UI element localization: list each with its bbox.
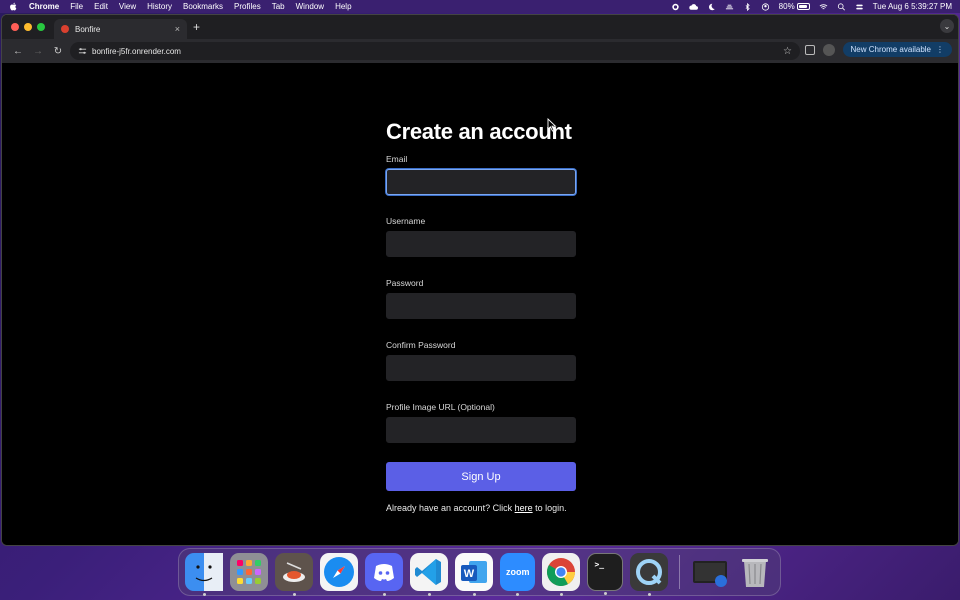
terminal-prompt: >_ bbox=[594, 560, 605, 569]
zoom-label: zoom bbox=[505, 567, 530, 577]
menu-history[interactable]: History bbox=[147, 2, 172, 11]
address-bar[interactable]: bonfire-j5fr.onrender.com ☆ bbox=[70, 42, 800, 60]
site-info-icon[interactable] bbox=[78, 47, 87, 55]
battery-icon bbox=[796, 3, 810, 10]
confirm-password-label: Confirm Password bbox=[386, 340, 456, 350]
login-link[interactable]: here bbox=[515, 503, 533, 513]
macos-dock: W zoom >_ bbox=[178, 548, 781, 596]
login-prompt: Already have an account? Click here to l… bbox=[386, 503, 576, 513]
word-letter: W bbox=[464, 568, 475, 580]
chrome-icon[interactable] bbox=[542, 553, 581, 596]
vscode-icon[interactable] bbox=[410, 553, 448, 596]
word-icon[interactable]: W bbox=[455, 553, 493, 596]
preview-window-icon[interactable] bbox=[691, 553, 729, 591]
launchpad-icon[interactable] bbox=[230, 553, 268, 591]
cloud-icon[interactable] bbox=[688, 3, 698, 11]
safari-icon[interactable] bbox=[320, 553, 358, 591]
bonfire-favicon-icon bbox=[61, 25, 69, 33]
dock-separator bbox=[679, 555, 680, 589]
close-window-button[interactable] bbox=[11, 23, 19, 31]
control-center-icon[interactable] bbox=[855, 3, 864, 11]
trash-icon[interactable] bbox=[736, 553, 774, 591]
page-content: Create an account Email Username Passwor… bbox=[2, 63, 958, 545]
password-field[interactable] bbox=[386, 293, 576, 319]
tab-title: Bonfire bbox=[75, 24, 101, 34]
bluetooth-icon[interactable] bbox=[743, 2, 752, 11]
menu-edit[interactable]: Edit bbox=[94, 2, 108, 11]
terminal-icon[interactable]: >_ bbox=[587, 553, 624, 595]
menu-view[interactable]: View bbox=[119, 2, 136, 11]
confirm-password-field[interactable] bbox=[386, 355, 576, 381]
browser-toolbar: ← → ↻ bonfire-j5fr.onrender.com ☆ New Ch… bbox=[2, 39, 958, 63]
login-suffix: to login. bbox=[532, 503, 567, 513]
email-label: Email bbox=[386, 154, 408, 164]
new-chrome-available-button[interactable]: New Chrome available ⋮ bbox=[842, 42, 952, 57]
apple-menu-icon[interactable] bbox=[8, 2, 17, 11]
menubar-datetime[interactable]: Tue Aug 6 5:39:27 PM bbox=[873, 2, 952, 11]
wifi-icon[interactable] bbox=[819, 3, 828, 11]
username-label: Username bbox=[386, 216, 426, 226]
spotlight-search-icon[interactable] bbox=[837, 2, 846, 11]
back-button[interactable]: ← bbox=[8, 46, 28, 57]
maximize-window-button[interactable] bbox=[37, 23, 45, 31]
login-prefix: Already have an account? Click bbox=[386, 503, 515, 513]
tab-strip: Bonfire × + ⌄ bbox=[2, 15, 958, 39]
menu-profiles[interactable]: Profiles bbox=[234, 2, 261, 11]
menu-app-name[interactable]: Chrome bbox=[29, 2, 59, 11]
update-label: New Chrome available bbox=[850, 45, 931, 54]
macos-menu-bar: Chrome File Edit View History Bookmarks … bbox=[0, 0, 960, 13]
bookmark-star-icon[interactable]: ☆ bbox=[783, 46, 792, 57]
discord-icon[interactable] bbox=[365, 553, 403, 596]
battery-percent: 80% bbox=[778, 2, 795, 11]
profile-image-url-label: Profile Image URL (Optional) bbox=[386, 402, 495, 412]
browser-window: Bonfire × + ⌄ ← → ↻ bonfire-j5fr.onrende… bbox=[1, 14, 959, 546]
sign-up-button[interactable]: Sign Up bbox=[386, 462, 576, 491]
menu-bookmarks[interactable]: Bookmarks bbox=[183, 2, 223, 11]
signup-form: Create an account Email Username Passwor… bbox=[386, 119, 576, 513]
profile-image-url-field[interactable] bbox=[386, 417, 576, 443]
weather-icon[interactable] bbox=[725, 3, 734, 11]
url-text[interactable]: bonfire-j5fr.onrender.com bbox=[92, 47, 181, 56]
moon-icon[interactable] bbox=[707, 3, 716, 11]
password-label: Password bbox=[386, 278, 424, 288]
record-icon[interactable] bbox=[671, 3, 680, 11]
menu-help[interactable]: Help bbox=[335, 2, 351, 11]
tab-search-button[interactable]: ⌄ bbox=[940, 19, 954, 33]
new-tab-button[interactable]: + bbox=[193, 20, 200, 34]
menu-tab[interactable]: Tab bbox=[272, 2, 285, 11]
profile-avatar[interactable] bbox=[822, 43, 835, 56]
zoom-icon[interactable]: zoom bbox=[500, 553, 536, 596]
tab-close-icon[interactable]: × bbox=[175, 24, 180, 34]
extensions-icon[interactable] bbox=[804, 44, 815, 55]
user-icon[interactable] bbox=[761, 2, 770, 11]
bonfire-app-icon[interactable] bbox=[275, 553, 313, 596]
more-menu-icon: ⋮ bbox=[936, 45, 944, 54]
tab-bonfire[interactable]: Bonfire × bbox=[54, 19, 187, 39]
menu-file[interactable]: File bbox=[70, 2, 83, 11]
mouse-cursor-icon bbox=[547, 118, 557, 132]
username-field[interactable] bbox=[386, 231, 576, 257]
forward-button[interactable]: → bbox=[28, 46, 48, 57]
menu-window[interactable]: Window bbox=[296, 2, 324, 11]
battery-status[interactable]: 80% bbox=[779, 2, 810, 11]
minimize-window-button[interactable] bbox=[24, 23, 32, 31]
window-controls bbox=[11, 23, 45, 31]
quicktime-icon[interactable] bbox=[630, 553, 669, 596]
email-field[interactable] bbox=[386, 169, 576, 195]
reload-button[interactable]: ↻ bbox=[48, 46, 68, 57]
finder-icon[interactable] bbox=[185, 553, 223, 596]
